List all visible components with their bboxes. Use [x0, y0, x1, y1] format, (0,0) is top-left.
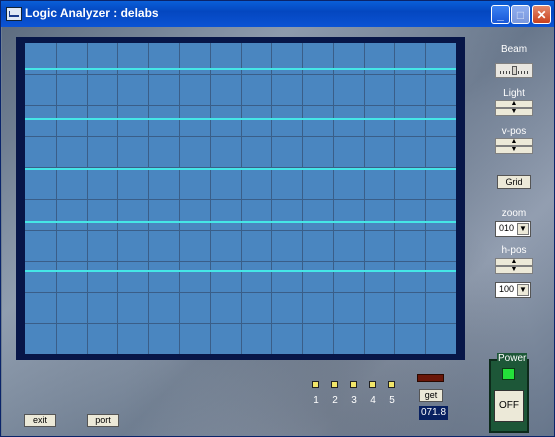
channel-2-led	[331, 381, 338, 388]
light-label: Light	[503, 88, 525, 99]
grid-line-horizontal	[25, 105, 456, 106]
light-spinner[interactable]: ▲ ▼	[495, 100, 533, 117]
channel-3-label: 3	[351, 395, 357, 406]
beam-slider-thumb[interactable]	[512, 66, 517, 75]
channel-4-label: 4	[370, 395, 376, 406]
channel-3-led	[350, 381, 357, 388]
grid-line-horizontal	[25, 230, 456, 231]
hpos-value: 100	[499, 284, 515, 294]
channel-1-led	[312, 381, 319, 388]
grid-button[interactable]: Grid	[497, 175, 531, 189]
channel-1-trace	[25, 68, 456, 70]
zoom-select[interactable]: 010 ▼	[495, 221, 531, 237]
maximize-button: □	[511, 5, 530, 24]
scope-frame	[16, 37, 465, 360]
channel-2-trace	[25, 118, 456, 120]
channel-5-trace	[25, 270, 456, 272]
grid-line-horizontal	[25, 136, 456, 137]
power-panel: Power OFF	[489, 353, 529, 433]
channel-1-label: 1	[313, 395, 319, 406]
hpos-select[interactable]: 100 ▼	[495, 282, 531, 298]
channel-5-label: 5	[389, 395, 395, 406]
light-up-arrow-icon[interactable]: ▲	[495, 100, 533, 108]
exit-button[interactable]: exit	[24, 414, 56, 427]
grid-line-horizontal	[25, 74, 456, 75]
vpos-down-arrow-icon[interactable]: ▼	[495, 146, 533, 154]
power-off-button[interactable]: OFF	[494, 390, 524, 422]
channel-4-led	[369, 381, 376, 388]
app-window: Logic Analyzer : delabs _ □ ✕ Beam Light…	[0, 0, 555, 437]
beam-slider[interactable]	[495, 63, 533, 78]
hpos-spinner[interactable]: ▲ ▼	[495, 258, 533, 275]
grid-line-horizontal	[25, 323, 456, 324]
close-button[interactable]: ✕	[532, 5, 551, 24]
chevron-down-icon[interactable]: ▼	[517, 284, 529, 296]
channel-4-trace	[25, 221, 456, 223]
channel-3-trace	[25, 168, 456, 170]
grid-line-horizontal	[25, 292, 456, 293]
grid-line-horizontal	[25, 199, 456, 200]
vpos-up-arrow-icon[interactable]: ▲	[495, 138, 533, 146]
value-readout: 071.8	[419, 406, 448, 420]
title-bar[interactable]: Logic Analyzer : delabs _ □ ✕	[1, 1, 554, 27]
window-title: Logic Analyzer : delabs	[25, 6, 159, 20]
power-led	[502, 368, 515, 380]
vpos-spinner[interactable]: ▲ ▼	[495, 138, 533, 155]
grid-line-horizontal	[25, 261, 456, 262]
port-button[interactable]: port	[87, 414, 119, 427]
hpos-down-arrow-icon[interactable]: ▼	[495, 266, 533, 274]
channel-5-led	[388, 381, 395, 388]
beam-label: Beam	[500, 44, 528, 55]
vpos-label: v-pos	[501, 126, 527, 137]
zoom-label: zoom	[501, 208, 527, 219]
hpos-label: h-pos	[501, 245, 527, 256]
get-button[interactable]: get	[419, 389, 443, 402]
status-indicator	[417, 374, 444, 382]
power-label: Power	[497, 353, 528, 364]
client-area: Beam Light ▲ ▼ v-pos ▲ ▼ Grid zoom 010 ▼…	[2, 27, 554, 436]
minimize-button[interactable]: _	[491, 5, 510, 24]
channel-2-label: 2	[332, 395, 338, 406]
light-down-arrow-icon[interactable]: ▼	[495, 108, 533, 116]
scope-screen	[25, 43, 456, 354]
hpos-up-arrow-icon[interactable]: ▲	[495, 258, 533, 266]
app-icon[interactable]	[6, 7, 22, 21]
chevron-down-icon[interactable]: ▼	[517, 223, 529, 235]
zoom-value: 010	[499, 223, 515, 233]
